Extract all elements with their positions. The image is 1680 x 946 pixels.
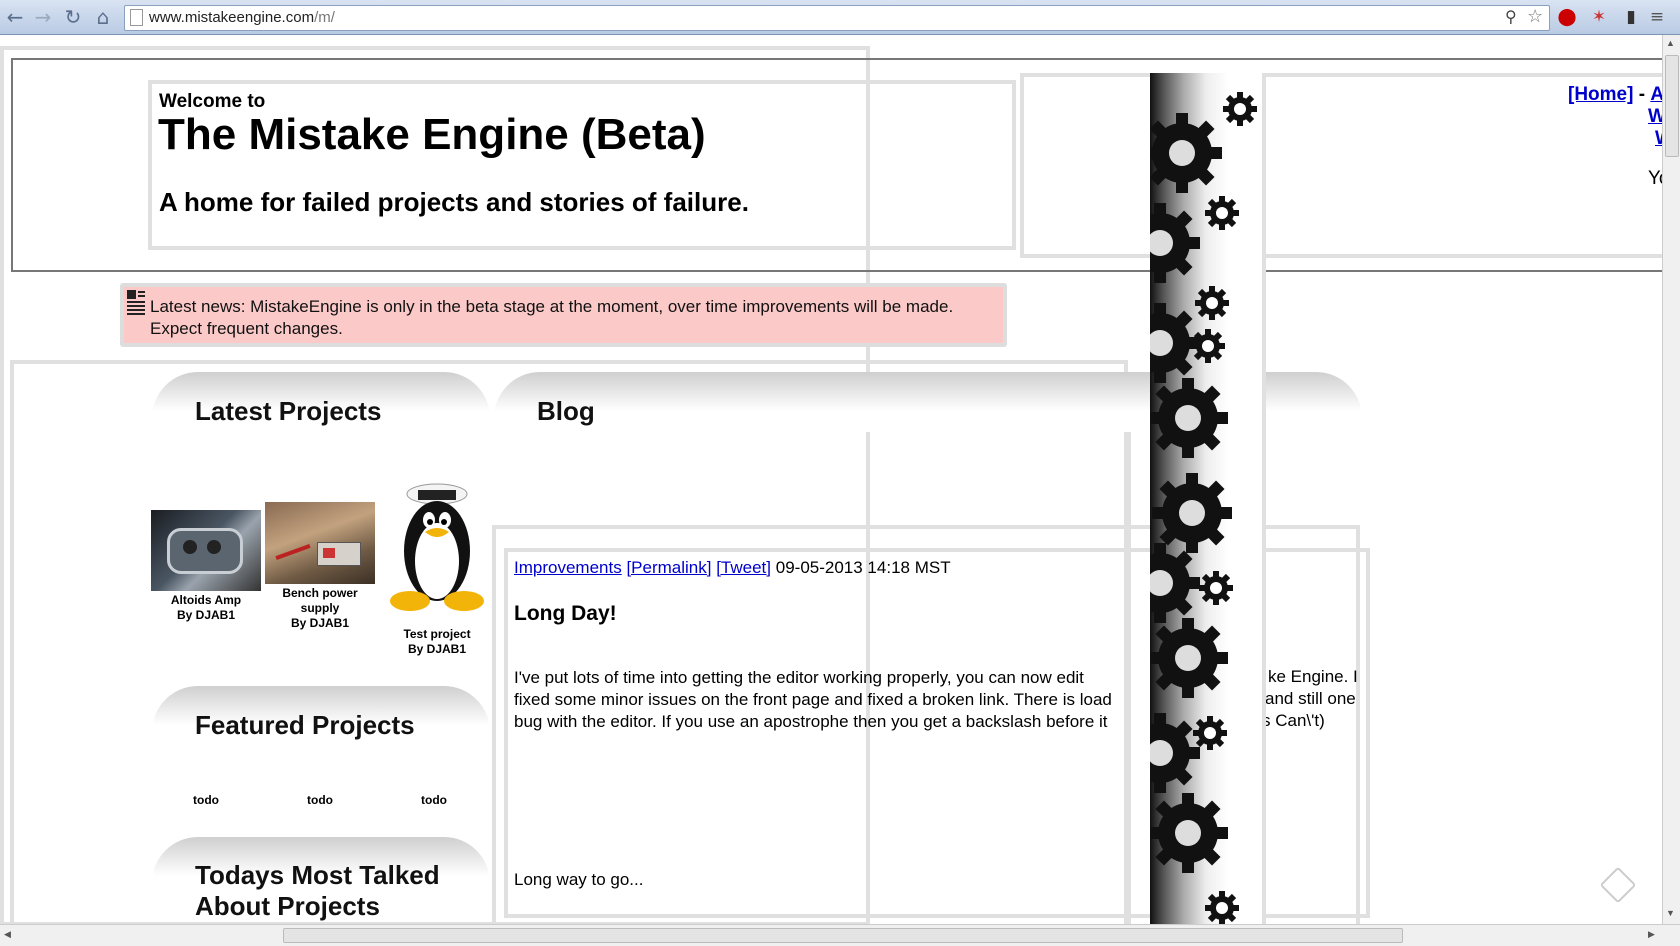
project-caption-test-project[interactable]: Test project By DJAB1: [382, 627, 492, 657]
page-icon: [130, 9, 143, 26]
post-meta: Improvements [Permalink] [Tweet] 09-05-2…: [514, 558, 951, 578]
link-separator: -: [1638, 84, 1646, 105]
talked-about-title-line1: Todays Most Talked: [195, 860, 440, 890]
post-body-fragment: s Can\'t): [1262, 711, 1325, 730]
divider: [1127, 380, 1131, 940]
home-link[interactable]: [Home]: [1568, 84, 1633, 105]
newspaper-icon: [127, 290, 145, 315]
psu-wire: [275, 543, 311, 561]
post-body-fragment: and still one: [1265, 689, 1356, 708]
adblock-icon[interactable]: ⬤: [1556, 6, 1578, 28]
site-title: The Mistake Engine (Beta): [158, 110, 706, 159]
title-frame: [148, 80, 1016, 250]
tux-penguin-icon[interactable]: [382, 476, 492, 620]
post-date: 09-05-2013 14:18 MST: [775, 558, 951, 577]
amp-speaker-left: [183, 540, 197, 554]
latest-projects-title: Latest Projects: [195, 396, 382, 426]
project-author: By DJAB1: [176, 608, 236, 622]
home-icon[interactable]: ⌂: [92, 6, 114, 28]
bug-extension-icon[interactable]: ✶: [1588, 6, 1610, 28]
project-title-line1: Bench power: [282, 586, 358, 600]
project-caption-altoids-amp[interactable]: Altoids Amp By DJAB1: [151, 593, 261, 623]
scroll-down-icon[interactable]: ▼: [1666, 908, 1675, 918]
post-closing: Long way to go...: [514, 870, 644, 889]
battery-extension-icon[interactable]: ▮: [1620, 6, 1642, 28]
news-text: Latest news: MistakeEngine is only in th…: [150, 297, 954, 338]
project-author: By DJAB1: [290, 616, 350, 630]
post-category-link[interactable]: Improvements: [514, 558, 622, 577]
project-thumb-altoids-amp[interactable]: [151, 510, 261, 591]
vertical-scrollbar[interactable]: ▲ ▼: [1662, 35, 1680, 924]
featured-item[interactable]: todo: [265, 793, 375, 808]
corner-widget-icon[interactable]: [1599, 866, 1637, 904]
forward-arrow-icon[interactable]: →: [32, 6, 54, 28]
project-author: By DJAB1: [407, 642, 467, 656]
featured-projects-title: Featured Projects: [195, 710, 415, 740]
browser-toolbar: ← → ↻ ⌂ www.mistakeengine.com/m/ ⚲ ☆ ⬤ ✶…: [0, 0, 1680, 35]
project-title-line2: supply: [300, 601, 340, 615]
scroll-up-icon[interactable]: ▲: [1666, 38, 1675, 48]
featured-item[interactable]: todo: [379, 793, 489, 808]
horizontal-scrollbar[interactable]: ◀ ▶: [0, 924, 1680, 946]
blog-title: Blog: [537, 396, 595, 426]
vertical-scroll-thumb[interactable]: [1665, 55, 1679, 157]
post-title: Long Day!: [514, 602, 617, 625]
address-bar[interactable]: www.mistakeengine.com/m/ ⚲ ☆: [124, 5, 1550, 31]
project-caption-bench-power-supply[interactable]: Bench power supply By DJAB1: [265, 586, 375, 631]
horizontal-scroll-thumb[interactable]: [283, 928, 1403, 943]
psu-component-red: [323, 548, 335, 558]
menu-icon[interactable]: ≡: [1646, 6, 1668, 28]
project-thumb-bench-power-supply[interactable]: [265, 502, 375, 584]
amp-tin-shape: [167, 528, 243, 574]
scroll-left-icon[interactable]: ◀: [4, 929, 11, 940]
bookmark-star-icon[interactable]: ☆: [1527, 6, 1543, 27]
post-body-fragment: ke Engine. I: [1268, 667, 1358, 686]
tagline: A home for failed projects and stories o…: [159, 187, 749, 217]
url-text[interactable]: www.mistakeengine.com/m/: [149, 9, 335, 26]
gears-icon: [1150, 92, 1257, 925]
project-title: Altoids Amp: [170, 593, 242, 607]
url-host: www.mistakeengine.com: [149, 9, 315, 26]
post-tweet-link[interactable]: [Tweet]: [716, 558, 771, 577]
url-path: /m/: [314, 9, 335, 26]
strip-border: [1262, 73, 1266, 930]
project-title: Test project: [403, 627, 471, 641]
amp-speaker-right: [207, 540, 221, 554]
zoom-icon[interactable]: ⚲: [1505, 7, 1517, 26]
featured-item[interactable]: todo: [151, 793, 261, 808]
gear-strip: [1150, 73, 1262, 930]
back-arrow-icon[interactable]: ←: [4, 6, 26, 28]
talked-about-title: Todays Most Talked About Projects: [195, 860, 440, 922]
scroll-right-icon[interactable]: ▶: [1648, 929, 1655, 940]
reload-icon[interactable]: ↻: [62, 6, 84, 28]
talked-about-title-line2: About Projects: [195, 891, 380, 921]
post-permalink[interactable]: [Permalink]: [626, 558, 711, 577]
top-right-links: [Home] - A: [1568, 84, 1664, 106]
